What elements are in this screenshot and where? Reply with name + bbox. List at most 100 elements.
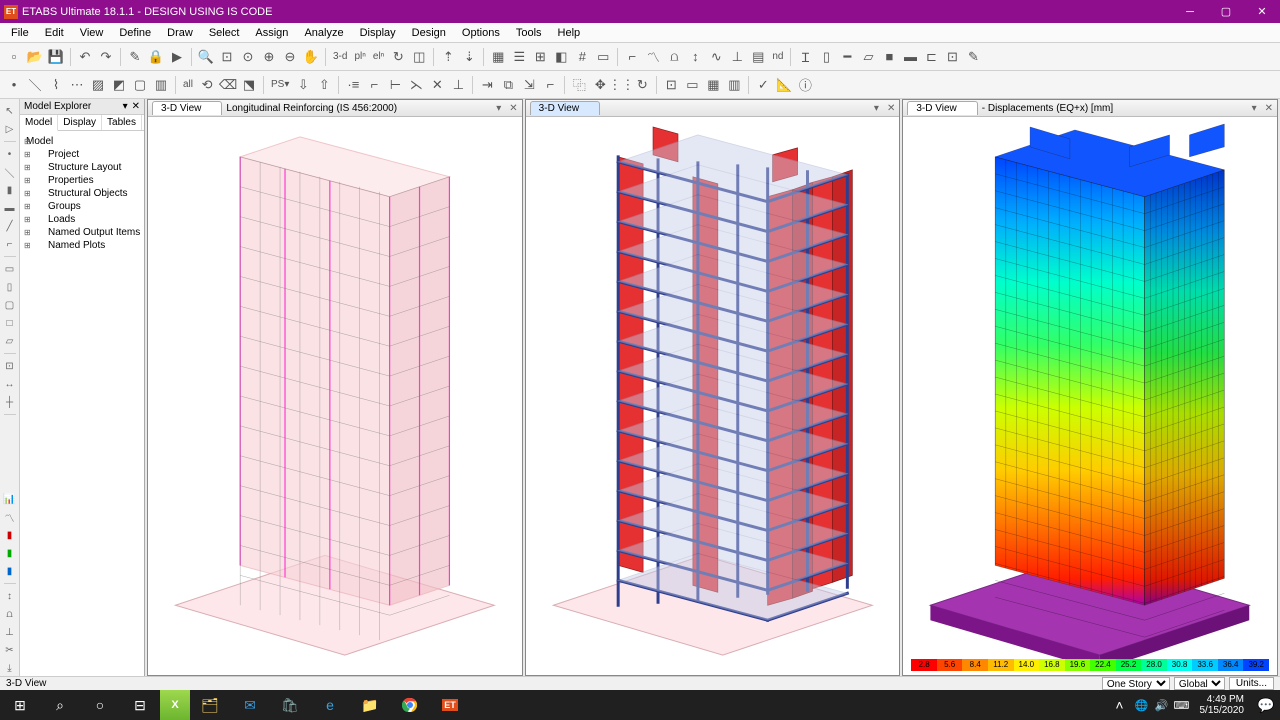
units-button[interactable]: Units...	[1229, 677, 1274, 690]
notifications-icon[interactable]: 💬	[1252, 690, 1280, 720]
zoom-in-icon[interactable]: ⊕	[259, 47, 279, 67]
wall-icon[interactable]: ■	[879, 47, 899, 67]
divide-icon[interactable]: ▥	[724, 75, 744, 95]
objects-icon[interactable]: ▦	[488, 47, 508, 67]
view2-menu-icon[interactable]: ▾	[870, 103, 883, 114]
prev-sel-icon[interactable]: ⟲	[197, 75, 217, 95]
beam-icon[interactable]: ━	[837, 47, 857, 67]
tree-item[interactable]: Project	[22, 148, 142, 161]
menu-define[interactable]: Define	[112, 25, 158, 41]
menu-design[interactable]: Design	[405, 25, 453, 41]
copy-icon[interactable]: ⿻	[569, 75, 589, 95]
menu-select[interactable]: Select	[202, 25, 247, 41]
inv-sel-icon[interactable]: ⬔	[239, 75, 259, 95]
link-icon[interactable]: ⊏	[921, 47, 941, 67]
reaction-icon[interactable]: ⊥	[727, 47, 747, 67]
menu-file[interactable]: File	[4, 25, 36, 41]
view2-tab[interactable]: 3-D View	[530, 101, 600, 115]
tree-item[interactable]: Properties	[22, 174, 142, 187]
elements-icon[interactable]: ⊞	[530, 47, 550, 67]
taskview-icon[interactable]: ⊟	[120, 690, 160, 720]
snap-end-icon[interactable]: ⊢	[385, 75, 405, 95]
draw-opening-icon[interactable]: □	[2, 315, 18, 331]
column-icon[interactable]: ▯	[816, 47, 836, 67]
draw-slab-icon[interactable]: ▢	[2, 297, 18, 313]
line-icon[interactable]: ＼	[25, 75, 45, 95]
edge-icon[interactable]: e	[310, 690, 350, 720]
joint-icon[interactable]: ⊡	[942, 47, 962, 67]
redo-icon[interactable]: ↷	[96, 47, 116, 67]
draw-line-icon[interactable]: ＼	[2, 164, 18, 180]
view1-canvas[interactable]	[148, 117, 522, 675]
extent-icon[interactable]: ⇲	[519, 75, 539, 95]
sound-icon[interactable]: 🔊	[1152, 690, 1172, 720]
trim-icon[interactable]: ⌐	[540, 75, 560, 95]
files-icon[interactable]: 📁	[350, 690, 390, 720]
menu-view[interactable]: View	[73, 25, 111, 41]
polyline-icon[interactable]: ⌇	[46, 75, 66, 95]
view2-close-icon[interactable]: ✕	[883, 103, 899, 114]
extract-icon[interactable]: ⤓	[2, 660, 18, 676]
clear-sel-icon[interactable]: ⌫	[218, 75, 238, 95]
edit-joint-icon[interactable]: ⊡	[661, 75, 681, 95]
tree-item[interactable]: Structural Objects	[22, 187, 142, 200]
store-icon[interactable]: 🛍	[270, 690, 310, 720]
menu-options[interactable]: Options	[455, 25, 507, 41]
grid-line-icon[interactable]: ┼	[2, 394, 18, 410]
zoom-out-icon[interactable]: ⊖	[280, 47, 300, 67]
color2-icon[interactable]: ▮	[2, 545, 18, 561]
face-icon[interactable]: ▨	[88, 75, 108, 95]
hatch-icon[interactable]: ▥	[151, 75, 171, 95]
frame-icon[interactable]: ⌐	[622, 47, 642, 67]
search-icon[interactable]: ⌕	[40, 690, 80, 720]
open-icon[interactable]: 📂	[25, 47, 45, 67]
draw-wall-icon[interactable]: ▯	[2, 279, 18, 295]
explorer-close-icon[interactable]: ✕	[132, 101, 140, 112]
draw-sec-beam-icon[interactable]: ⌐	[2, 236, 18, 252]
edit-frame-icon[interactable]: ▭	[682, 75, 702, 95]
view3-close-icon[interactable]: ✕	[1261, 103, 1277, 114]
tree-item[interactable]: Loads	[22, 213, 142, 226]
run-icon[interactable]: ▶	[167, 47, 187, 67]
ibeam-icon[interactable]: Ɪ	[795, 47, 815, 67]
zoom-full-icon[interactable]: ⊡	[217, 47, 237, 67]
pan-icon[interactable]: ✋	[301, 47, 321, 67]
draw-column-icon[interactable]: ▮	[2, 182, 18, 198]
chart-icon[interactable]: 〽	[643, 47, 663, 67]
pen-icon[interactable]: ✎	[963, 47, 983, 67]
sections-icon[interactable]: ☰	[509, 47, 529, 67]
point-icon[interactable]: •	[4, 75, 24, 95]
start-button[interactable]: ⊞	[0, 690, 40, 720]
draw-floor-icon[interactable]: ▭	[2, 261, 18, 277]
explorer-icon[interactable]: 🗂	[190, 690, 230, 720]
ext-down-icon[interactable]: ⇩	[293, 75, 313, 95]
force-icon[interactable]: ↕	[2, 588, 18, 604]
node-label-icon[interactable]: ⋯	[67, 75, 87, 95]
perspective-icon[interactable]: ◫	[409, 47, 429, 67]
info-icon[interactable]: ⓘ	[795, 75, 815, 95]
tree-item[interactable]: Named Output Items	[22, 226, 142, 239]
explorer-tab-tables[interactable]: Tables	[102, 115, 142, 130]
ps-button[interactable]: PS▾	[268, 75, 292, 95]
shell-icon[interactable]: ◩	[109, 75, 129, 95]
plan-button[interactable]: plⁿ	[351, 47, 368, 67]
snap-perp-icon[interactable]: ⊥	[448, 75, 468, 95]
array-icon[interactable]: ⋮⋮	[611, 75, 631, 95]
save-icon[interactable]: 💾	[46, 47, 66, 67]
network-icon[interactable]: 🌐	[1132, 690, 1152, 720]
area-icon[interactable]: ▢	[130, 75, 150, 95]
check-icon[interactable]: ✓	[753, 75, 773, 95]
menu-tools[interactable]: Tools	[509, 25, 549, 41]
view3-canvas[interactable]: 2.85.68.411.214.016.819.622.425.228.030.…	[903, 117, 1277, 675]
mirror-icon[interactable]: ⧉	[498, 75, 518, 95]
story-select[interactable]: One Story	[1102, 677, 1170, 690]
dim-line-icon[interactable]: ↔	[2, 376, 18, 392]
chart2-icon[interactable]: 〽	[2, 509, 18, 525]
zoom-window-icon[interactable]: 🔍	[196, 47, 216, 67]
close-button[interactable]: ✕	[1244, 0, 1280, 23]
draw-beam-icon[interactable]: ▬	[2, 200, 18, 216]
view1-tab[interactable]: 3-D View	[152, 101, 222, 115]
excel-icon[interactable]: X	[160, 690, 190, 720]
menu-assign[interactable]: Assign	[248, 25, 295, 41]
all-button[interactable]: all	[180, 75, 196, 95]
